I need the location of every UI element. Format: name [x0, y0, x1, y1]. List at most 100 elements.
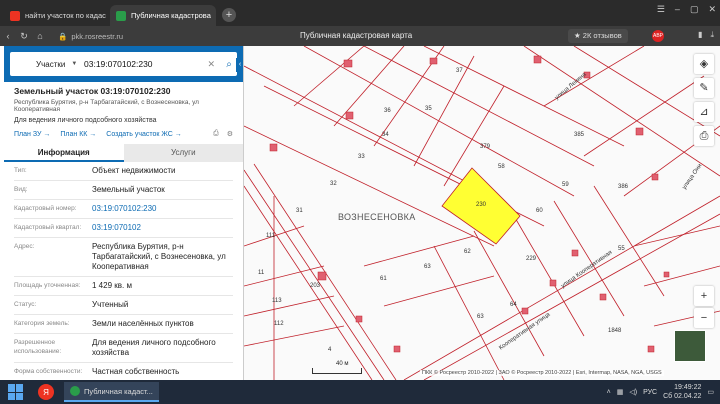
details-list: Тип: Объект недвижимости Вид: Земельный уч…: [4, 162, 243, 380]
windows-start-icon[interactable]: [8, 384, 24, 400]
close-icon[interactable]: ✕: [211, 11, 216, 20]
parcel-number-label: 11: [258, 270, 265, 276]
clock[interactable]: 19:49:22 Сб 02.04.22: [663, 383, 701, 401]
parcel-number-label: 229: [526, 256, 537, 262]
village-label: ВОЗНЕСЕНОВКА: [338, 212, 416, 222]
yandex-browser-icon[interactable]: Я: [38, 384, 54, 400]
parcel-number-label: 35: [425, 106, 432, 112]
reviews-button[interactable]: ★ 2К отзывов: [568, 29, 628, 43]
detail-row: Тип: Объект недвижимости: [14, 162, 233, 181]
window-controls: ☰ – ▢ ✕: [657, 4, 716, 15]
zoom-in-button[interactable]: +: [694, 286, 714, 306]
object-address: Республика Бурятия, р-н Тарбагатайский, …: [14, 99, 199, 113]
cadastral-quarter-link[interactable]: 03:19:070102: [92, 223, 233, 233]
clear-icon[interactable]: ✕: [207, 59, 215, 70]
parcel-number-label: 37: [456, 68, 463, 74]
parcel-number-label: 113: [272, 298, 282, 304]
parcel-number-label: 32: [330, 181, 337, 187]
search-icon[interactable]: ⌕: [221, 59, 237, 70]
print-icon[interactable]: ⎙: [213, 130, 219, 138]
notifications-icon[interactable]: ▭: [707, 388, 714, 396]
plan-kk-link[interactable]: План КК →: [60, 131, 96, 138]
search-type-select[interactable]: Участки ▼: [10, 60, 84, 69]
detail-value: Земли населённых пунктов: [92, 319, 194, 328]
parcel-number-label: 63: [477, 314, 484, 320]
settings-icon[interactable]: ⚙: [227, 130, 233, 138]
parcel-number-label: 385: [574, 132, 585, 138]
minimize-icon[interactable]: –: [675, 4, 680, 15]
yandex-icon: [10, 10, 20, 21]
parcel-number-label: 59: [562, 182, 569, 188]
parcel-number-label: 31: [296, 208, 303, 214]
print-map-button[interactable]: ⎙: [694, 126, 714, 146]
tab-services[interactable]: Услуги: [123, 144, 243, 162]
measure-button[interactable]: ⊿: [694, 102, 714, 122]
network-icon[interactable]: ▦: [617, 388, 624, 396]
back-icon[interactable]: ‹: [0, 31, 16, 41]
detail-value: Учтенный: [92, 300, 129, 309]
cadastral-number-link[interactable]: 03:19:070102:230: [92, 204, 233, 214]
map-attribution: ПКК © Росреестр 2010-2022 | ЗАО © Росрее…: [420, 370, 664, 376]
detail-label: Тип:: [14, 167, 27, 174]
detail-label: Форма собственности:: [14, 368, 83, 375]
info-panel: Участки ▼ 03:19:070102:230 ✕ ⌕ ‹ Земельн…: [4, 46, 244, 380]
taskbar-app-label: Публичная кадаст...: [84, 386, 153, 396]
tab-info[interactable]: Информация: [4, 144, 124, 162]
parcel-number-label: 203: [310, 283, 321, 289]
parcel-number-label: 379: [480, 144, 491, 150]
zoom-out-button[interactable]: −: [694, 308, 714, 328]
detail-value: Земельный участок: [92, 185, 165, 194]
browser-tab-pkk[interactable]: Публичная кадастрова ✕: [110, 5, 216, 26]
url-field[interactable]: 🔒 pkk.rosreestr.ru: [58, 32, 123, 41]
detail-row: Форма собственности: Частная собственност…: [14, 363, 233, 380]
detail-label: Статус:: [14, 301, 37, 308]
clock-time: 19:49:22: [674, 384, 702, 391]
object-tools: ⎙ ⚙: [213, 130, 233, 138]
basemap-toggle[interactable]: [674, 330, 706, 362]
layers-button[interactable]: ◈: [694, 54, 714, 74]
plan-zu-link[interactable]: План ЗУ →: [14, 131, 50, 138]
refresh-icon[interactable]: ↻: [16, 31, 32, 42]
create-plot-link[interactable]: Создать участок ЖС →: [106, 131, 182, 138]
new-tab-button[interactable]: +: [222, 8, 236, 22]
extensions-icon[interactable]: ▮: [698, 30, 702, 40]
close-window-icon[interactable]: ✕: [708, 4, 716, 15]
detail-label: Категория земель:: [14, 320, 70, 327]
chevron-up-icon[interactable]: ˄: [607, 389, 611, 396]
download-icon[interactable]: ⤓: [710, 30, 714, 40]
taskbar: Я Публичная кадаст... ˄ ▦ ◁) РУС 19:49:2…: [0, 380, 720, 404]
bookmarks-icon[interactable]: ☰: [657, 4, 665, 15]
detail-value: Частная собственность: [92, 367, 180, 376]
detail-label: Разрешенное использование:: [14, 339, 62, 355]
detail-value: Объект недвижимости: [92, 166, 176, 175]
adblock-icon[interactable]: ABP: [652, 30, 664, 42]
parcel-number-label: 64: [510, 302, 517, 308]
taskbar-app-pkk[interactable]: Публичная кадаст...: [64, 382, 159, 402]
volume-icon[interactable]: ◁): [629, 388, 637, 396]
object-links: План ЗУ → План КК → Создать участок ЖС →…: [14, 130, 233, 138]
detail-label: Кадастровый квартал:: [14, 224, 82, 231]
detail-value: Для ведения личного подсобного хозяйства: [92, 338, 216, 357]
scale-bar: [312, 368, 362, 374]
cadastral-map[interactable]: 230 ВОЗНЕСЕНОВКА 37 36 34 35 33 32 31 111 11 203 1…: [244, 46, 720, 380]
collapse-panel-icon[interactable]: ‹: [236, 58, 243, 72]
home-icon[interactable]: ⌂: [32, 31, 48, 41]
parcel-number-label: 60: [536, 208, 543, 214]
detail-value: 1 429 кв. м: [92, 281, 132, 290]
search-input[interactable]: 03:19:070102:230: [84, 59, 207, 69]
map-parcels: [244, 46, 720, 380]
ruler-button[interactable]: ✎: [694, 78, 714, 98]
language-indicator[interactable]: РУС: [643, 389, 657, 396]
address-bar: ‹ ↻ ⌂ 🔒 pkk.rosreestr.ru Публичная кадас…: [0, 26, 720, 46]
tab-label: найти участок по кадастр: [25, 11, 106, 20]
detail-label: Кадастровый номер:: [14, 205, 77, 212]
parcel-number-label: 386: [618, 184, 629, 190]
panel-tabs: Информация Услуги: [4, 144, 243, 162]
parcel-number-label: 36: [384, 108, 391, 114]
detail-label: Адрес:: [14, 243, 35, 250]
parcel-number-label: 34: [382, 132, 389, 138]
browser-tab-search[interactable]: найти участок по кадастр ✕: [4, 5, 106, 26]
search-bar: Участки ▼ 03:19:070102:230 ✕ ⌕: [4, 46, 243, 82]
chevron-down-icon: ▼: [71, 61, 78, 67]
maximize-icon[interactable]: ▢: [690, 4, 699, 15]
